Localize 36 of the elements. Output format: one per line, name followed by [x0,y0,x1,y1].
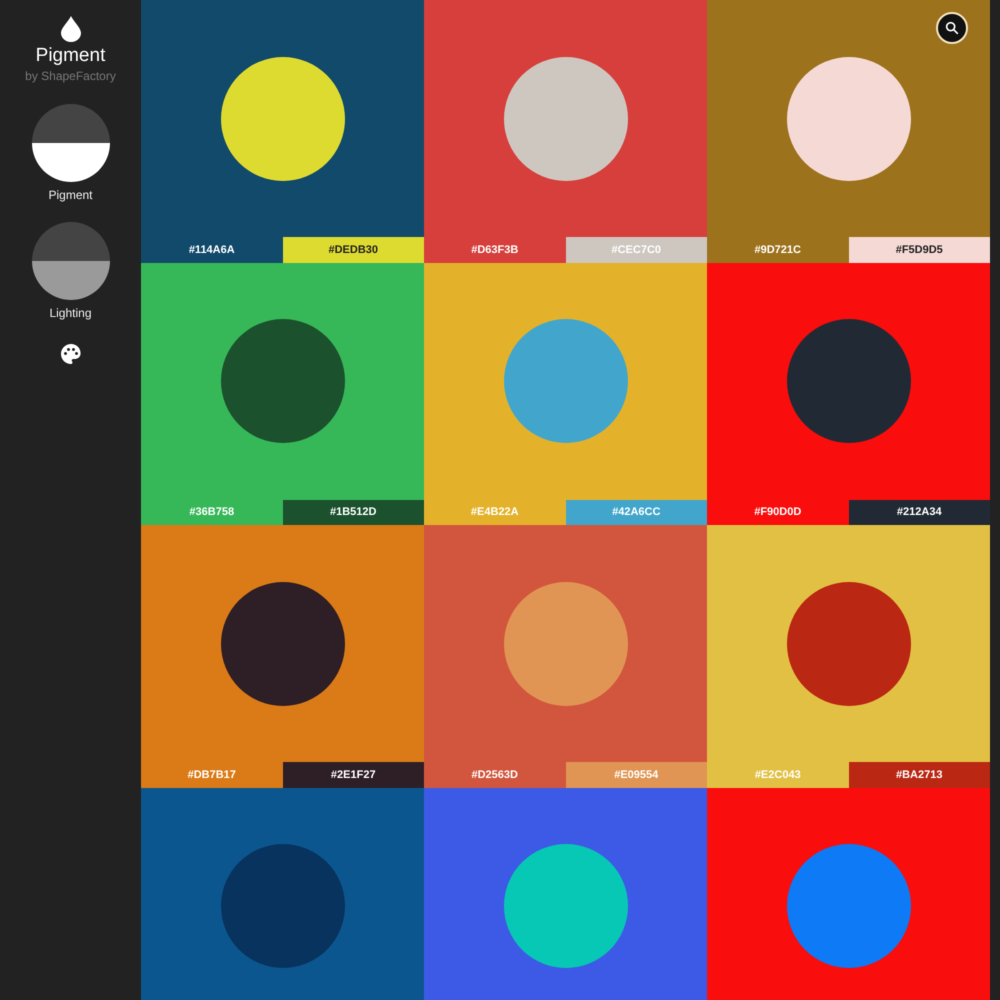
hex-label[interactable]: #D63F3B [424,237,566,262]
hex-label[interactable]: #D2563D [424,762,566,788]
color-swatch[interactable] [141,0,424,237]
search-icon [944,20,960,36]
color-swatch[interactable] [707,262,990,500]
color-swatch[interactable] [424,525,707,762]
hex-label[interactable]: #E09554 [566,762,707,788]
color-swatch[interactable] [424,788,707,1000]
hex-label[interactable]: #114A6A [141,237,282,262]
hex-label[interactable]: #BA2713 [848,762,990,788]
hex-label[interactable]: #42A6CC [566,500,707,525]
hex-label[interactable]: #F5D9D5 [848,237,990,262]
hex-label[interactable]: #DEDB30 [282,237,424,262]
color-swatch[interactable] [707,788,990,1000]
half-circle-icon [32,104,110,182]
drop-icon [60,16,80,42]
color-swatch[interactable] [141,525,424,762]
mode-button[interactable]: Pigment [32,104,110,202]
mode-button[interactable]: Lighting [32,222,110,320]
color-swatch[interactable] [424,262,707,500]
hex-label[interactable]: #1B512D [282,500,424,525]
hex-label[interactable]: #DB7B17 [141,762,282,788]
hex-label[interactable]: #F90D0D [707,500,848,525]
color-swatch[interactable] [424,0,707,237]
hex-label[interactable]: #9D721C [707,237,848,262]
color-swatch[interactable] [707,0,990,237]
hex-label[interactable]: #2E1F27 [282,762,424,788]
color-swatch[interactable] [141,788,424,1000]
color-swatch[interactable] [707,525,990,762]
hex-label[interactable]: #212A34 [848,500,990,525]
color-swatch[interactable] [141,262,424,500]
half-circle-icon [32,222,110,300]
app-subtitle: by ShapeFactory [25,68,116,84]
hex-label[interactable]: #36B758 [141,500,282,525]
app-title: Pigment [36,44,106,68]
palette-icon[interactable] [58,342,82,366]
